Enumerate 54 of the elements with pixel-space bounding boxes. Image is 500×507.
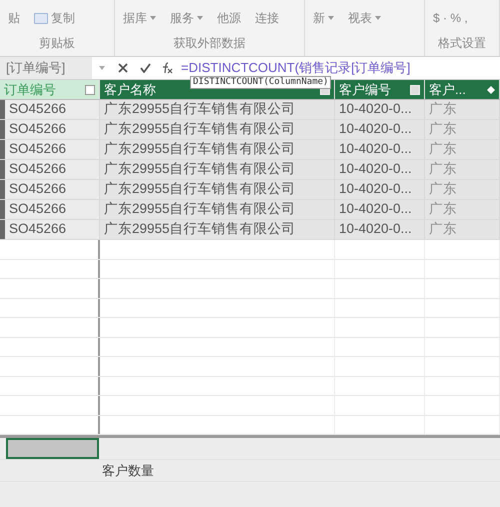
- ribbon-button[interactable]: 服务: [170, 9, 194, 27]
- pin-icon: [487, 86, 495, 94]
- copy-icon: [34, 12, 48, 24]
- caret-icon: [99, 66, 105, 70]
- table-cell: 10-4020-0...: [335, 220, 425, 239]
- table-cell: 广东: [425, 220, 500, 239]
- table-cell: 广东29955自行车销售有限公司: [100, 100, 335, 119]
- function-icon[interactable]: [161, 62, 173, 74]
- table-cell: 广东: [425, 140, 500, 159]
- table-cell: 10-4020-0...: [335, 180, 425, 199]
- table-cell: 广东: [425, 200, 500, 219]
- table-cell: SO45266: [0, 180, 100, 199]
- column-header[interactable]: 订单编号: [0, 80, 100, 99]
- table-cell: 广东: [425, 160, 500, 179]
- calculation-cell[interactable]: [6, 438, 99, 459]
- ribbon-button[interactable]: 连接: [255, 9, 279, 27]
- table-cell: 广东29955自行车销售有限公司: [100, 180, 335, 199]
- column-header[interactable]: 客户...: [425, 80, 500, 99]
- ribbon-button[interactable]: 据库: [123, 9, 147, 27]
- ribbon-button[interactable]: $ · % ,: [433, 9, 468, 27]
- check-icon[interactable]: [140, 63, 151, 73]
- table-cell: 广东29955自行车销售有限公司: [100, 140, 335, 159]
- table-cell: 广东29955自行车销售有限公司: [100, 200, 335, 219]
- table-cell: 广东29955自行车销售有限公司: [100, 220, 335, 239]
- table-cell: SO45266: [0, 160, 100, 179]
- table-cell: 广东: [425, 180, 500, 199]
- name-box[interactable]: [订单编号]: [0, 57, 92, 79]
- table-cell: 10-4020-0...: [335, 100, 425, 119]
- column-header[interactable]: 客户编号: [335, 80, 425, 99]
- table-cell: 广东29955自行车销售有限公司: [100, 120, 335, 139]
- table-cell: 10-4020-0...: [335, 160, 425, 179]
- function-tooltip: DISTINCTCOUNT(ColumnName): [190, 76, 332, 89]
- ribbon-button[interactable]: 复制: [34, 9, 75, 27]
- measure-label: 客户数量: [101, 462, 154, 480]
- ribbon-button[interactable]: 贴: [8, 9, 20, 27]
- table-cell: 10-4020-0...: [335, 140, 425, 159]
- cancel-icon[interactable]: [118, 63, 128, 73]
- table-cell: 10-4020-0...: [335, 200, 425, 219]
- filter-icon[interactable]: [85, 84, 95, 94]
- group-label: 格式设置: [437, 35, 487, 52]
- table-cell: SO45266: [0, 200, 100, 219]
- ribbon-button[interactable]: 新: [313, 9, 325, 27]
- table-cell: 10-4020-0...: [335, 120, 425, 139]
- table-cell: 广东: [425, 100, 500, 119]
- table-cell: 广东29955自行车销售有限公司: [100, 160, 335, 179]
- group-label: 剪贴板: [38, 35, 76, 52]
- table-cell: 广东: [425, 120, 500, 139]
- ribbon-button[interactable]: 他源: [217, 9, 241, 27]
- group-label: 获取外部数据: [172, 35, 246, 52]
- ribbon-button[interactable]: 视表: [348, 9, 372, 27]
- table-cell: SO45266: [0, 140, 100, 159]
- table-cell: SO45266: [0, 120, 100, 139]
- table-cell: SO45266: [0, 100, 100, 119]
- table-cell: SO45266: [0, 220, 100, 239]
